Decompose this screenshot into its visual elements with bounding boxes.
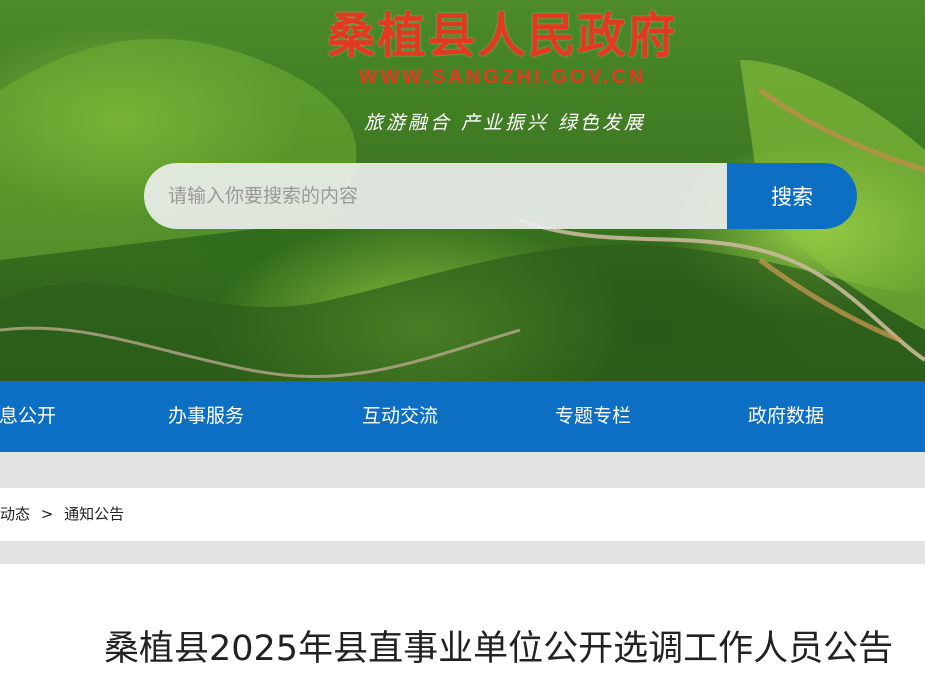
search-bar: 搜索 <box>144 163 857 229</box>
header-banner: 桑植县人民政府 WWW.SANGZHI.GOV.CN 旅游融合 产业振兴 绿色发… <box>0 0 925 381</box>
main-nav: 信息公开 办事服务 互动交流 专题专栏 政府数据 <box>0 381 925 452</box>
site-title: 桑植县人民政府 <box>327 8 678 64</box>
breadcrumb-current-link[interactable]: 通知公告 <box>64 505 124 523</box>
nav-item-interaction[interactable]: 互动交流 <box>362 381 438 452</box>
nav-item-special-topics[interactable]: 专题专栏 <box>555 381 631 452</box>
divider-band <box>0 452 925 488</box>
article-title: 桑植县2025年县直事业单位公开选调工作人员公告 <box>104 629 894 669</box>
search-input[interactable] <box>144 163 727 229</box>
breadcrumb: 桑植动态 > 通知公告 <box>0 488 925 541</box>
search-button[interactable]: 搜索 <box>727 163 857 229</box>
breadcrumb-parent-link[interactable]: 桑植动态 <box>0 505 30 523</box>
nav-item-services[interactable]: 办事服务 <box>168 381 244 452</box>
nav-item-info-disclosure[interactable]: 信息公开 <box>0 381 56 452</box>
site-slogan: 旅游融合 产业振兴 绿色发展 <box>363 112 647 134</box>
divider-band <box>0 541 925 564</box>
site-url: WWW.SANGZHI.GOV.CN <box>358 66 647 88</box>
breadcrumb-separator: > <box>40 505 54 523</box>
nav-item-gov-data[interactable]: 政府数据 <box>748 381 824 452</box>
